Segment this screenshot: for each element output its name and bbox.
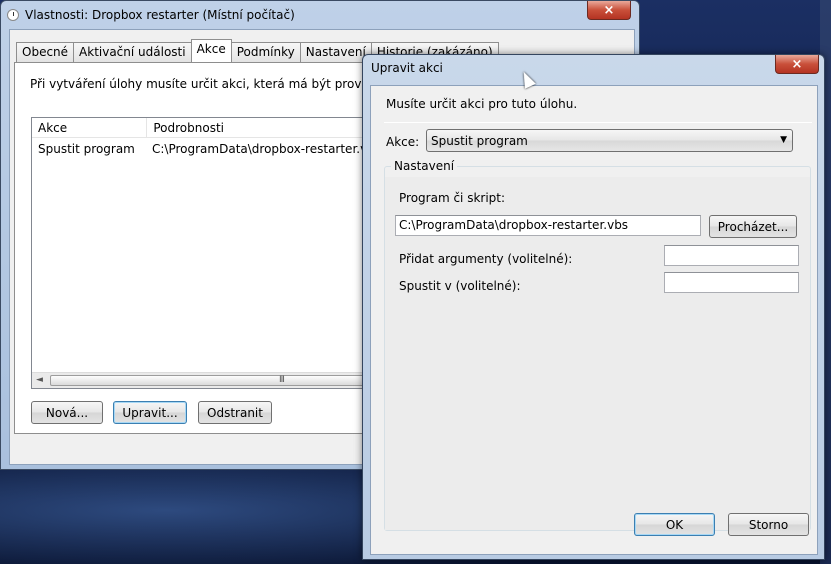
column-header-akce[interactable]: Akce <box>32 118 148 137</box>
action-select-value: Spustit program <box>431 134 528 148</box>
delete-action-button[interactable]: Odstranit <box>198 401 272 424</box>
actions-list[interactable]: Akce Podrobnosti Spustit program C:\Prog… <box>31 117 371 389</box>
dialog-client-area: Musíte určit akci pro tuto úlohu. Akce: … <box>370 85 818 555</box>
tab-akce[interactable]: Akce <box>190 39 232 62</box>
cell-akce: Spustit program <box>38 142 135 156</box>
action-label: Akce: <box>386 135 420 149</box>
settings-group-title: Nastavení <box>391 159 458 173</box>
arguments-input[interactable] <box>664 245 799 266</box>
start-in-label: Spustit v (volitelné): <box>399 279 521 293</box>
settings-group: Program či skript: C:\ProgramData\dropbo… <box>384 159 811 531</box>
dialog-title: Upravit akci <box>371 61 443 75</box>
table-row[interactable]: Spustit program C:\ProgramData\dropbox-r… <box>32 138 370 160</box>
edit-action-dialog: Upravit akci × Musíte určit akci pro tut… <box>362 54 825 560</box>
chevron-down-icon: ▼ <box>780 135 787 145</box>
properties-titlebar: Vlastnosti: Dropbox restarter (Místní po… <box>7 6 295 24</box>
properties-close-button[interactable]: × <box>587 1 631 20</box>
actions-list-header: Akce Podrobnosti <box>32 118 370 138</box>
arguments-label: Přidat argumenty (volitelné): <box>399 252 573 266</box>
program-path-input[interactable]: C:\ProgramData\dropbox-restarter.vbs <box>395 215 701 236</box>
start-in-input[interactable] <box>664 272 799 293</box>
task-scheduler-icon <box>7 9 19 21</box>
scroll-left-icon[interactable]: ◄ <box>36 375 43 385</box>
horizontal-scrollbar[interactable]: ◄ III <box>32 372 370 388</box>
browse-button[interactable]: Procházet... <box>709 215 797 238</box>
dialog-separator <box>384 122 812 123</box>
dialog-instruction: Musíte určit akci pro tuto úlohu. <box>386 97 578 111</box>
ok-button[interactable]: OK <box>634 513 715 536</box>
dialog-close-button[interactable]: × <box>775 55 819 74</box>
column-header-podrobnosti[interactable]: Podrobnosti <box>147 118 370 137</box>
akce-instruction: Při vytváření úlohy musíte určit akci, k… <box>30 77 411 91</box>
action-select[interactable]: Spustit program ▼ <box>426 129 793 152</box>
scrollbar-thumb[interactable]: III <box>50 375 370 386</box>
tab-podminky[interactable]: Podmínky <box>230 42 301 62</box>
new-action-button[interactable]: Nová... <box>31 401 103 424</box>
program-label: Program či skript: <box>399 191 506 205</box>
properties-title: Vlastnosti: Dropbox restarter (Místní po… <box>25 8 295 22</box>
tab-obecne[interactable]: Obecné <box>16 42 75 62</box>
edit-action-button[interactable]: Upravit... <box>113 401 187 424</box>
cancel-button[interactable]: Storno <box>728 513 809 536</box>
cell-podrobnosti: C:\ProgramData\dropbox-restarter.vbs <box>152 142 371 156</box>
close-icon: × <box>603 2 615 18</box>
close-icon: × <box>791 56 803 72</box>
tab-aktivacni-udalosti[interactable]: Aktivační události <box>73 42 192 62</box>
scroll-grip-icon: III <box>279 375 285 385</box>
settings-group-body: Program či skript: C:\ProgramData\dropbo… <box>385 177 810 530</box>
